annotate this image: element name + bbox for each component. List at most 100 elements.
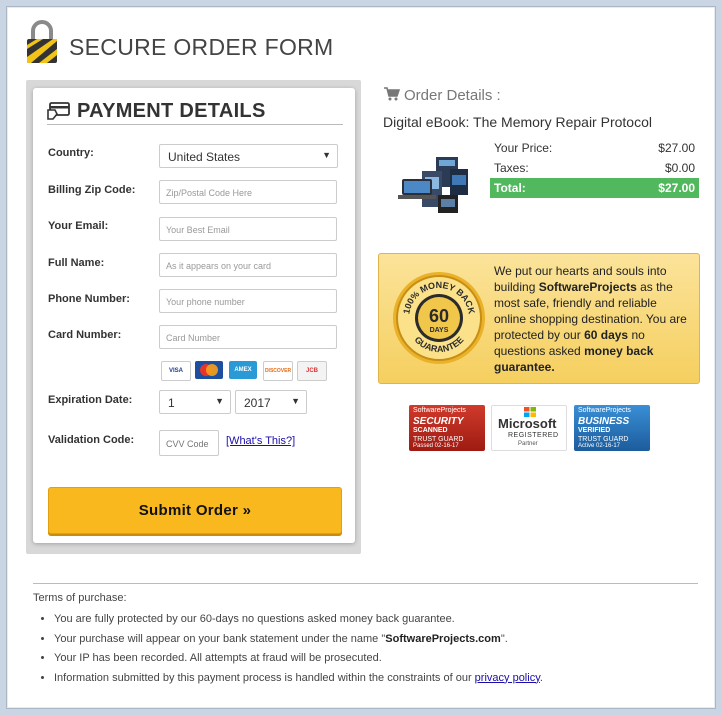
security-scanned-badge[interactable]: SoftwareProjects SECURITY SCANNED TRUST … [409,405,485,451]
phone-field-box [159,289,337,313]
total-label: Total: [494,181,526,195]
expiration-label: Expiration Date: [48,394,133,406]
price-label: Your Price: [494,141,553,155]
country-select[interactable]: United States ▼ [159,144,338,168]
terms-company-name: SoftwareProjects.com [385,632,501,645]
country-value: United States [168,150,241,164]
zip-input[interactable] [164,182,328,204]
payment-title: PAYMENT DETAILS [77,100,266,122]
microsoft-registered: REGISTERED [508,432,559,439]
microsoft-partner-badge[interactable]: Microsoft REGISTERED Partner [491,405,567,451]
product-title: Digital eBook: The Memory Repair Protoco… [383,114,652,130]
credit-card-icon [47,102,70,120]
seal-days-word: DAYS [430,327,449,334]
business-badge-sub: VERIFIED [578,427,611,434]
zip-field-box [159,180,337,204]
terms-item-text: . [539,671,543,684]
country-label: Country: [48,147,94,159]
business-badge-date: Active 02-16-17 [578,443,621,449]
seal-days-number: 60 [429,306,449,326]
lock-icon [27,20,57,63]
order-form-frame: SECURE ORDER FORM PAYMENT DETAILS Countr… [6,6,716,709]
guarantee-brand: SoftwareProjects [538,280,637,294]
discover-icon: DISCOVER [263,361,293,381]
name-field-box [159,253,337,277]
email-field-box [159,217,337,241]
terms-label: Terms of purchase: [33,592,127,604]
security-badge-top: SoftwareProjects [413,407,466,414]
microsoft-partner: Partner [518,441,538,447]
card-field-box [159,325,337,349]
money-back-guarantee-box: 100% MONEY BACK GUARANTEE 60 DAYS We put… [378,253,700,384]
terms-item: Your IP has been recorded. All attempts … [54,649,722,669]
terms-item: Your purchase will appear on your bank s… [54,630,722,650]
card-number-label: Card Number: [48,329,122,341]
accepted-cards: VISA AMEX DISCOVER JCB [161,361,341,381]
validation-code-label: Validation Code: [48,434,135,446]
mastercard-icon [195,361,223,379]
money-back-seal-icon: 100% MONEY BACK GUARANTEE 60 DAYS [393,272,485,364]
card-number-input[interactable] [164,327,328,349]
amex-icon: AMEX [229,361,257,379]
terms-item: You are fully protected by our 60-days n… [54,610,722,630]
price-row: Your Price: $27.00 [490,138,699,158]
visa-icon: VISA [161,361,191,381]
terms-item: Information submitted by this payment pr… [54,669,722,689]
submit-order-button[interactable]: Submit Order » [48,487,342,534]
total-value: $27.00 [658,181,695,195]
taxes-label: Taxes: [494,161,529,175]
terms-item-text: Information submitted by this payment pr… [54,671,475,684]
expiration-year-select[interactable]: 2017 ▼ [235,390,307,414]
order-details-label: Order Details : [404,87,501,104]
guarantee-text: We put our hearts and souls into buildin… [494,263,690,375]
privacy-policy-link[interactable]: privacy policy [475,672,540,684]
taxes-row: Taxes: $0.00 [490,158,699,178]
price-value: $27.00 [658,141,695,155]
dropdown-arrow-icon: ▼ [322,150,331,160]
payment-header: PAYMENT DETAILS [47,100,343,125]
taxes-value: $0.00 [664,161,695,175]
terms-item-text: ". [500,632,508,645]
page-header: SECURE ORDER FORM [25,19,705,69]
year-value: 2017 [244,396,271,410]
mastercard-circles [200,364,218,376]
dropdown-arrow-icon: ▼ [215,396,224,406]
terms-list: You are fully protected by our 60-days n… [33,610,722,688]
cart-icon [384,87,400,101]
dropdown-arrow-icon: ▼ [291,396,300,406]
cvv-input[interactable] [164,433,220,455]
terms-item-text: You are fully protected by our 60-days n… [54,613,455,625]
terms-item-text: Your purchase will appear on your bank s… [54,632,386,645]
trust-badges: SoftwareProjects SECURITY SCANNED TRUST … [409,405,659,453]
business-badge-top: SoftwareProjects [578,407,631,414]
full-name-input[interactable] [164,255,328,277]
product-bundle-image [398,157,468,213]
business-badge-main: BUSINESS [578,416,630,427]
terms-divider [33,583,698,584]
name-label: Full Name: [48,257,105,269]
total-row: Total: $27.00 [490,178,699,198]
order-details-heading: Order Details : [384,87,501,104]
business-badge-trust: TRUST GUARD [578,436,629,443]
whats-this-link[interactable]: [What's This?] [226,435,295,447]
security-badge-main: SECURITY [413,416,464,427]
month-value: 1 [168,396,175,410]
expiration-month-select[interactable]: 1 ▼ [159,390,231,414]
phone-label: Phone Number: [48,293,130,305]
security-badge-trust: TRUST GUARD [413,436,464,443]
email-label: Your Email: [48,220,109,232]
page-title: SECURE ORDER FORM [69,34,334,60]
guarantee-days: 60 days [584,328,629,342]
cvv-field-box [159,430,220,456]
phone-input[interactable] [164,291,328,313]
business-verified-badge[interactable]: SoftwareProjects BUSINESS VERIFIED TRUST… [574,405,650,451]
price-summary: Your Price: $27.00 Taxes: $0.00 Total: $… [490,138,699,198]
payment-details-card: PAYMENT DETAILS Country: United States ▼… [33,88,355,543]
zip-label: Billing Zip Code: [48,184,136,196]
terms-item-text: Your IP has been recorded. All attempts … [54,652,382,664]
security-badge-date: Passed 02-16-17 [413,443,459,449]
email-input[interactable] [164,219,328,241]
jcb-icon: JCB [297,361,327,381]
microsoft-logo-text: Microsoft [498,416,557,431]
security-badge-sub: SCANNED [413,427,448,434]
